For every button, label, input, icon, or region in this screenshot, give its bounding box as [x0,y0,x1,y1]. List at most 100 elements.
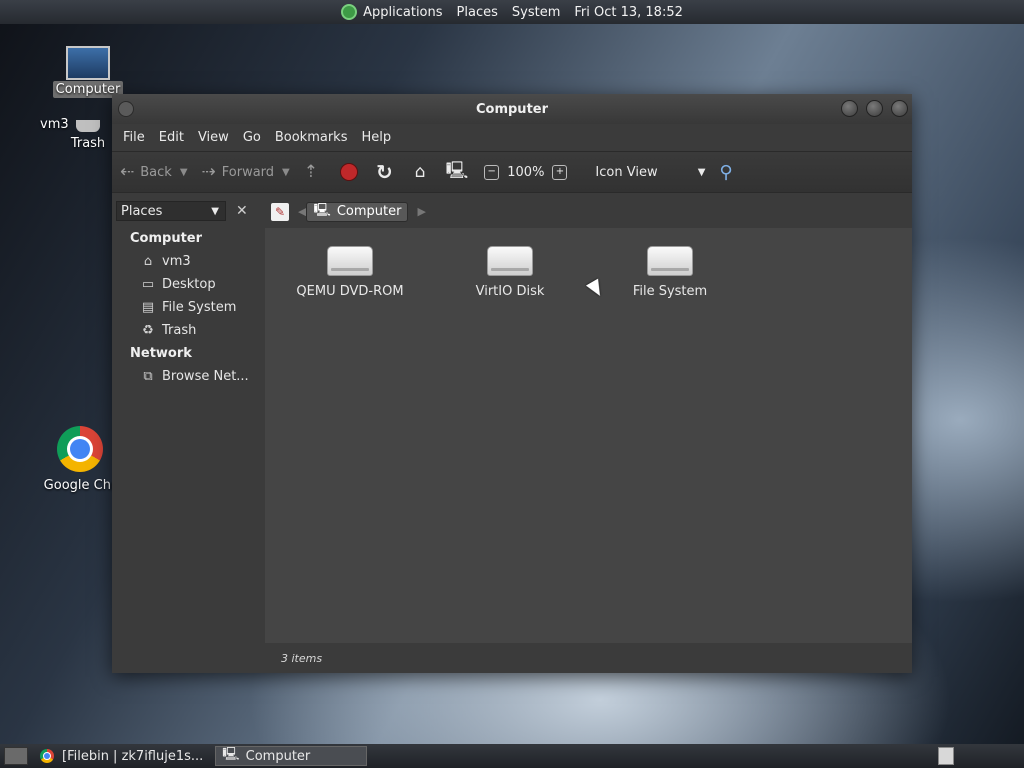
desktop-computer-icon[interactable]: Computer [48,46,128,98]
stop-button[interactable] [340,163,358,181]
toolbar: ⇠ Back ▼ ⇢ Forward ▼ ⇡ ↻ ⌂ 🖳 − 100% + Ic… [112,151,912,193]
chrome-icon [57,426,103,472]
reload-button[interactable]: ↻ [376,160,399,184]
status-text: 3 items [281,651,323,665]
edit-location-icon[interactable]: ✎ [271,202,289,221]
workspace-switcher[interactable] [938,747,954,765]
taskbar-item-label: Computer [245,748,311,764]
status-bar: 3 items [265,643,912,673]
window-controls [841,100,908,117]
sidebar-item-label: File System [162,300,237,315]
hard-disk-icon [487,246,533,276]
forward-arrow-icon: ⇢ [201,162,216,182]
breadcrumb-label: Computer [336,204,402,219]
zoom-level: 100% [507,164,545,180]
computer-icon: 🖳 [222,747,240,762]
sidebar-item-desktop[interactable]: ▭ Desktop [112,273,262,296]
back-history-dropdown[interactable]: ▼ [180,167,188,178]
file-item-file-system[interactable]: File System [605,246,735,299]
chrome-icon [40,749,54,763]
zoom-controls: − 100% + [484,164,575,180]
menu-go[interactable]: Go [236,130,268,145]
window-title: Computer [475,101,549,117]
forward-button[interactable]: ⇢ Forward ▼ [202,162,290,182]
menu-edit[interactable]: Edit [152,130,191,145]
sidebar-selector[interactable]: Places ▼ [116,201,226,221]
view-mode-label: Icon View [595,164,658,180]
window-menu-button[interactable] [118,101,134,117]
menubar: File Edit View Go Bookmarks Help [112,124,912,151]
file-item-virtio-disk[interactable]: VirtIO Disk [445,246,575,299]
computer-button[interactable]: 🖳 [446,158,475,187]
minimize-button[interactable] [841,100,858,117]
taskbar-item-label: [Filebin | zk7ifluje1s... [62,748,204,764]
breadcrumb-computer[interactable]: 🖳 Computer [306,201,409,222]
hard-disk-icon [647,246,693,276]
desktop-chrome-label: Google Chr [43,478,117,493]
location-bar: ✎ ◀ 🖳 Computer ▶ [265,195,912,228]
sidebar-item-label: Browse Net... [162,369,249,384]
top-panel: Applications Places System Fri Oct 13, 1… [0,0,1024,24]
back-arrow-icon: ⇠ [120,162,135,182]
chevron-down-icon: ▼ [211,205,219,217]
sidebar-item-browse-network[interactable]: ⧉ Browse Net... [112,365,262,388]
applications-menu[interactable]: Applications [341,4,443,20]
forward-label: Forward [221,164,275,180]
trash-icon [76,120,100,132]
back-button[interactable]: ⇠ Back ▼ [120,162,188,182]
up-button[interactable]: ⇡ [304,162,324,182]
close-sidebar-icon[interactable]: ✕ [236,203,248,219]
applications-label: Applications [363,4,443,20]
sidebar-item-trash[interactable]: ♻ Trash [112,319,262,342]
desktop-chrome-icon[interactable]: Google Chr [40,426,120,493]
file-item-qemu-dvd-rom[interactable]: QEMU DVD-ROM [285,246,415,299]
sidebar-item-vm3[interactable]: ⌂ vm3 [112,250,262,273]
window-titlebar[interactable]: Computer [112,94,912,124]
sidebar-section-computer: Computer [130,231,203,246]
file-item-label: File System [632,284,708,299]
menu-help[interactable]: Help [354,130,398,145]
network-icon: ⧉ [143,369,153,384]
sidebar-section-network: Network [130,346,192,361]
forward-history-dropdown[interactable]: ▼ [282,167,290,178]
maximize-button[interactable] [866,100,883,117]
crumb-left-arrow-icon[interactable]: ◀ [298,205,306,218]
taskbar-item-computer[interactable]: 🖳 Computer [215,746,368,766]
sidebar-item-label: Desktop [162,277,216,292]
system-menu[interactable]: System [512,5,560,20]
search-button[interactable]: ⚲ [719,162,738,183]
close-button[interactable] [891,100,908,117]
file-item-label: VirtIO Disk [475,284,545,299]
optical-drive-icon [327,246,373,276]
drive-icon: ▤ [141,300,155,315]
trash-icon: ♻ [142,323,154,338]
crumb-right-arrow-icon[interactable]: ▶ [417,205,425,218]
computer-icon: 🖳 [313,202,331,218]
stop-icon [340,163,358,181]
menu-view[interactable]: View [191,130,236,145]
distro-logo-icon [341,4,358,20]
home-button[interactable]: ⌂ [415,162,432,182]
home-folder-icon: ⌂ [143,254,153,269]
view-mode-select[interactable]: Icon View ▼ [595,165,705,180]
sidebar-selector-label: Places [121,203,163,219]
places-menu[interactable]: Places [457,5,498,20]
sidebar-item-label: Trash [162,323,197,338]
file-item-label: QEMU DVD-ROM [296,284,404,299]
taskbar-item-filebin[interactable]: [Filebin | zk7ifluje1s... [34,746,209,766]
bottom-panel: [Filebin | zk7ifluje1s... 🖳 Computer [0,744,1024,768]
reload-icon: ↻ [376,160,393,184]
menu-bookmarks[interactable]: Bookmarks [268,130,355,145]
back-label: Back [140,164,172,180]
menu-file[interactable]: File [116,130,152,145]
zoom-in-button[interactable]: + [552,164,568,180]
sidebar-item-file-system[interactable]: ▤ File System [112,296,262,319]
desktop-folder-icon: ▭ [141,277,155,292]
desktop-trash-label: Trash [70,136,106,151]
sidebar: Places ▼ ✕ Computer ⌂ vm3 ▭ Desktop ▤ Fi… [112,195,262,673]
zoom-out-button[interactable]: − [484,164,500,180]
clock[interactable]: Fri Oct 13, 18:52 [574,5,683,20]
up-arrow-icon: ⇡ [303,162,318,182]
file-manager-window: Computer File Edit View Go Bookmarks Hel… [112,94,912,673]
show-desktop-icon[interactable] [4,747,28,765]
